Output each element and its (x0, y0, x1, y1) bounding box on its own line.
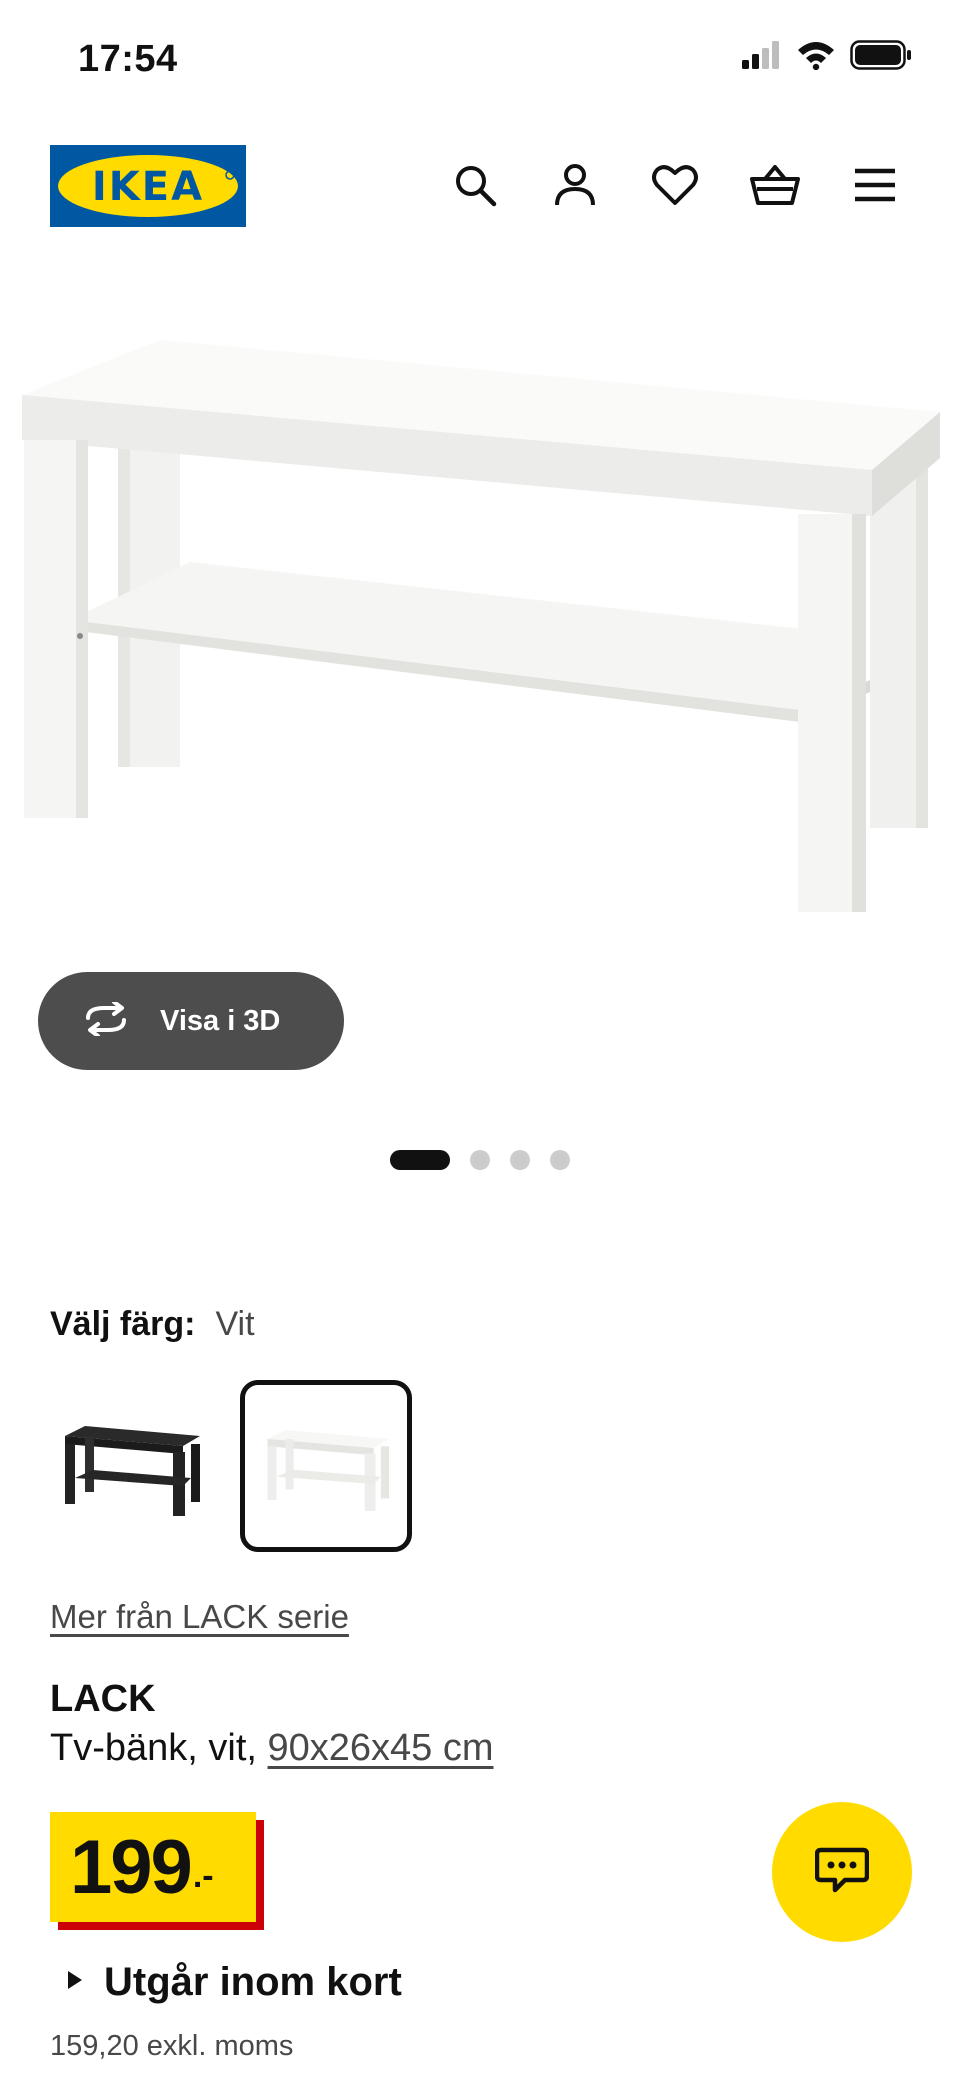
price-excl-vat: 159,20 exkl. moms (50, 2030, 294, 2062)
chat-button[interactable] (772, 1802, 912, 1942)
rotate-3d-icon (80, 999, 132, 1041)
wifi-icon (796, 40, 836, 75)
ikea-logo[interactable]: IKEA (50, 145, 246, 227)
color-swatch-white[interactable] (240, 1380, 412, 1552)
battery-icon (850, 40, 912, 75)
heart-icon[interactable] (640, 148, 710, 222)
cellular-signal-icon (742, 41, 782, 74)
product-description: Tv-bänk, vit, 90x26x45 cm (50, 1727, 494, 1770)
gallery-dot-1[interactable] (390, 1150, 450, 1170)
gallery-dot-4[interactable] (550, 1150, 570, 1170)
price-main: 199 (70, 1824, 193, 1910)
caret-right-icon (68, 1971, 82, 1994)
status-icons (742, 40, 912, 75)
color-swatch-black[interactable] (44, 1380, 216, 1552)
view-in-3d-button[interactable]: Visa i 3D (38, 972, 344, 1070)
price-suffix: .- (192, 1857, 214, 1895)
gallery-dot-2[interactable] (470, 1150, 490, 1170)
search-icon[interactable] (440, 148, 510, 222)
color-picker-header: Välj färg: Vit (50, 1305, 255, 1344)
logo-text: IKEA (92, 164, 204, 210)
selected-color: Vit (215, 1305, 255, 1343)
status-time: 17:54 (78, 38, 178, 80)
product-image-tv-bench[interactable] (0, 300, 960, 980)
gallery-pagination (390, 1150, 570, 1170)
dimensions-link[interactable]: 90x26x45 cm (268, 1727, 494, 1769)
gallery-dot-3[interactable] (510, 1150, 530, 1170)
view-in-3d-label: Visa i 3D (160, 1004, 281, 1037)
color-label: Välj färg: (50, 1305, 196, 1343)
menu-icon[interactable] (840, 148, 910, 222)
series-link[interactable]: Mer från LACK serie (50, 1598, 349, 1636)
availability-label: Utgår inom kort (104, 1960, 402, 2004)
product-name: LACK (50, 1678, 156, 1720)
account-icon[interactable] (540, 148, 610, 222)
availability-toggle[interactable]: Utgår inom kort (68, 1960, 402, 2005)
chat-icon (814, 1846, 870, 1899)
header-nav (440, 148, 910, 222)
price-tag: 199 .- (50, 1812, 256, 1922)
shopping-basket-icon[interactable] (740, 148, 810, 222)
product-type: Tv-bänk, vit, (50, 1727, 268, 1769)
